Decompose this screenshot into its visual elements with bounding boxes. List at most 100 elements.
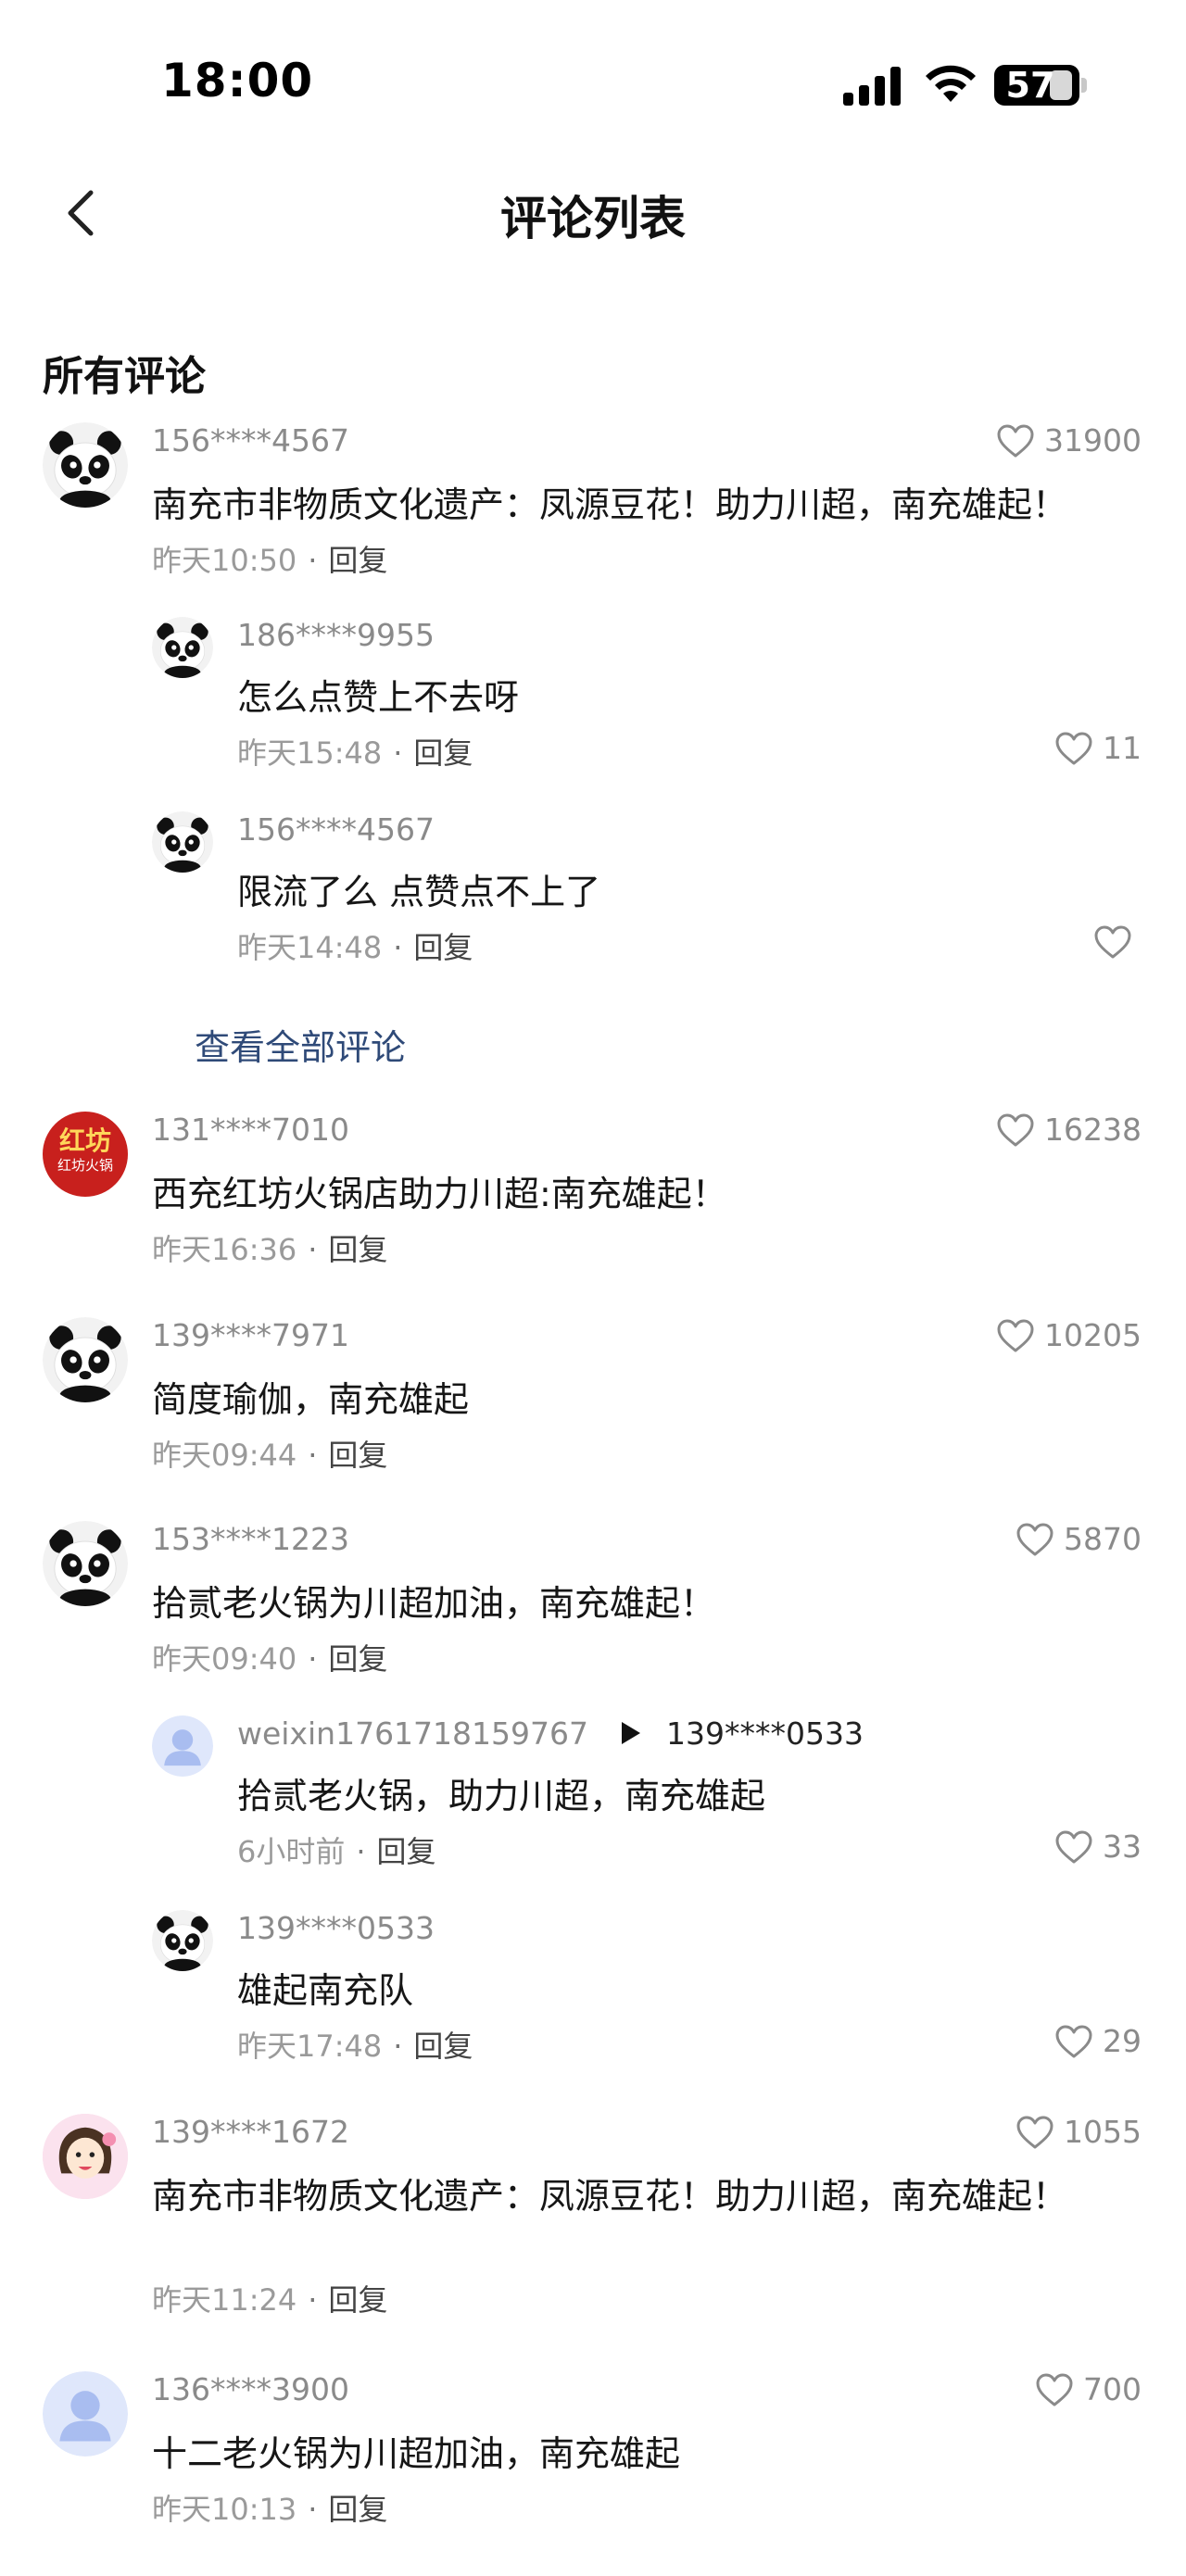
avatar[interactable]	[152, 811, 213, 873]
reply-button[interactable]: 回复	[413, 2029, 473, 2064]
reply-button[interactable]: 回复	[328, 1641, 387, 1677]
page-title: 评论列表	[500, 192, 686, 245]
battery-level: 57	[1005, 65, 1055, 106]
comment-meta: 昨天14:48 · 回复	[237, 930, 473, 965]
reply-button[interactable]: 回复	[413, 930, 473, 965]
comment-time: 昨天15:48	[237, 735, 383, 771]
username[interactable]: weixin1761718159767	[237, 1715, 588, 1752]
like-button[interactable]: 5870	[1016, 1521, 1142, 1557]
comment-text: 简度瑜伽，南充雄起	[152, 1379, 470, 1420]
comment-time: 6小时前	[237, 1834, 346, 1869]
like-button[interactable]: 29	[1054, 2023, 1142, 2059]
like-button[interactable]: 700	[1035, 2371, 1142, 2407]
avatar[interactable]	[43, 2114, 128, 2199]
reply-button[interactable]: 回复	[413, 735, 473, 771]
comment-meta: 昨天10:50 · 回复	[152, 543, 388, 578]
reply-item: weixin1761718159767 139****0533 拾贰老火锅，助力川…	[0, 1715, 1186, 1882]
heart-icon	[996, 423, 1035, 459]
avatar[interactable]: 红坊 红坊火锅	[43, 1112, 128, 1197]
comment-text: 拾贰老火锅，助力川超，南充雄起	[237, 1776, 766, 1816]
avatar[interactable]	[152, 617, 213, 678]
comment-meta: 昨天10:13 · 回复	[152, 2492, 388, 2527]
username[interactable]: 139****7971	[152, 1317, 349, 1353]
like-count: 33	[1103, 1828, 1142, 1865]
reply-button[interactable]: 回复	[328, 1232, 387, 1267]
avatar[interactable]	[43, 2371, 128, 2457]
avatar-logo-bottom: 红坊火锅	[57, 1157, 113, 1174]
heart-icon	[1054, 2024, 1093, 2059]
comment-time: 昨天11:24	[152, 2282, 297, 2318]
username[interactable]: 153****1223	[152, 1521, 349, 1557]
heart-icon	[1054, 731, 1093, 766]
avatar[interactable]	[43, 422, 128, 508]
comment-time: 昨天10:50	[152, 543, 297, 578]
username[interactable]: 156****4567	[237, 811, 435, 848]
heart-icon	[996, 1112, 1035, 1148]
like-count: 700	[1083, 2371, 1142, 2407]
comment-text: 怎么点赞上不去呀	[237, 677, 520, 718]
avatar[interactable]	[43, 1317, 128, 1402]
username[interactable]: 186****9955	[237, 617, 435, 653]
like-count: 11	[1103, 730, 1142, 766]
comment-text: 拾贰老火锅为川超加油，南充雄起！	[152, 1583, 716, 1624]
like-button[interactable]: 10205	[996, 1317, 1142, 1353]
username[interactable]: 136****3900	[152, 2371, 349, 2407]
reply-button[interactable]: 回复	[328, 1438, 387, 1473]
reply-button[interactable]: 回复	[328, 2282, 387, 2318]
avatar-logo-top: 红坊	[58, 1125, 111, 1156]
like-button[interactable]: 11	[1054, 730, 1142, 766]
like-button[interactable]	[1093, 924, 1142, 960]
section-title: 所有评论	[43, 353, 206, 400]
cellular-signal-icon	[843, 65, 902, 106]
like-button[interactable]: 31900	[996, 422, 1142, 459]
username[interactable]: 139****1672	[152, 2114, 349, 2150]
like-count: 31900	[1044, 422, 1142, 459]
username[interactable]: 156****4567	[152, 422, 349, 459]
heart-icon	[1016, 1522, 1054, 1557]
avatar[interactable]	[152, 1715, 213, 1777]
view-all-comments-link[interactable]: 查看全部评论	[195, 1019, 406, 1070]
comment-time: 昨天16:36	[152, 1232, 297, 1267]
comment-item: 139****1672 1055 南充市非物质文化遗产：凤源豆花！助力川超，南充…	[0, 2114, 1186, 2327]
reply-button[interactable]: 回复	[328, 2492, 387, 2527]
comment-time: 昨天17:48	[237, 2029, 383, 2064]
like-count: 16238	[1044, 1112, 1142, 1148]
like-button[interactable]: 33	[1054, 1828, 1142, 1865]
status-time: 18:00	[161, 54, 314, 107]
avatar[interactable]	[152, 1910, 213, 1971]
like-count: 1055	[1064, 2114, 1142, 2150]
like-count: 29	[1103, 2023, 1142, 2059]
cartoon-girl-icon	[43, 2114, 128, 2199]
reply-button[interactable]: 回复	[377, 1834, 436, 1869]
comment-meta: 昨天17:48 · 回复	[237, 2029, 473, 2064]
comment-meta: 昨天11:24 · 回复	[152, 2282, 388, 2318]
heart-icon	[1054, 1829, 1093, 1865]
reply-arrow-icon	[622, 1721, 641, 1744]
username[interactable]: 139****0533	[237, 1910, 435, 1946]
comment-meta: 昨天16:36 · 回复	[152, 1232, 388, 1267]
like-button[interactable]: 1055	[1016, 2114, 1142, 2150]
heart-icon	[996, 1318, 1035, 1353]
comment-meta: 6小时前 · 回复	[237, 1834, 436, 1869]
avatar[interactable]	[43, 1521, 128, 1606]
comment-text: 十二老火锅为川超加油，南充雄起	[152, 2433, 681, 2474]
heart-icon	[1093, 924, 1132, 960]
comment-time: 昨天14:48	[237, 930, 383, 965]
username[interactable]: 131****7010	[152, 1112, 349, 1148]
comment-text: 西充红坊火锅店助力川超:南充雄起！	[152, 1174, 727, 1214]
like-count: 5870	[1064, 1521, 1142, 1557]
comment-meta: 昨天15:48 · 回复	[237, 735, 473, 771]
reply-to-username[interactable]: 139****0533	[666, 1715, 864, 1752]
comment-time: 昨天10:13	[152, 2492, 297, 2527]
username-row: weixin1761718159767 139****0533	[237, 1715, 864, 1752]
comment-item: 139****7971 10205 简度瑜伽，南充雄起 昨天09:44 · 回复	[0, 1317, 1186, 1475]
like-button[interactable]: 16238	[996, 1112, 1142, 1148]
battery-tip	[1081, 78, 1087, 93]
comment-item: 153****1223 5870 拾贰老火锅为川超加油，南充雄起！ 昨天09:4…	[0, 1521, 1186, 1678]
comment-item: 红坊 红坊火锅 131****7010 16238 西充红坊火锅店助力川超:南充…	[0, 1112, 1186, 1269]
reply-button[interactable]: 回复	[328, 543, 387, 578]
like-count: 10205	[1044, 1317, 1142, 1353]
reply-item: 139****0533 雄起南充队 昨天17:48 · 回复 29	[0, 1910, 1186, 2077]
comment-text: 雄起南充队	[237, 1970, 414, 2011]
battery-icon: 57	[994, 65, 1079, 106]
